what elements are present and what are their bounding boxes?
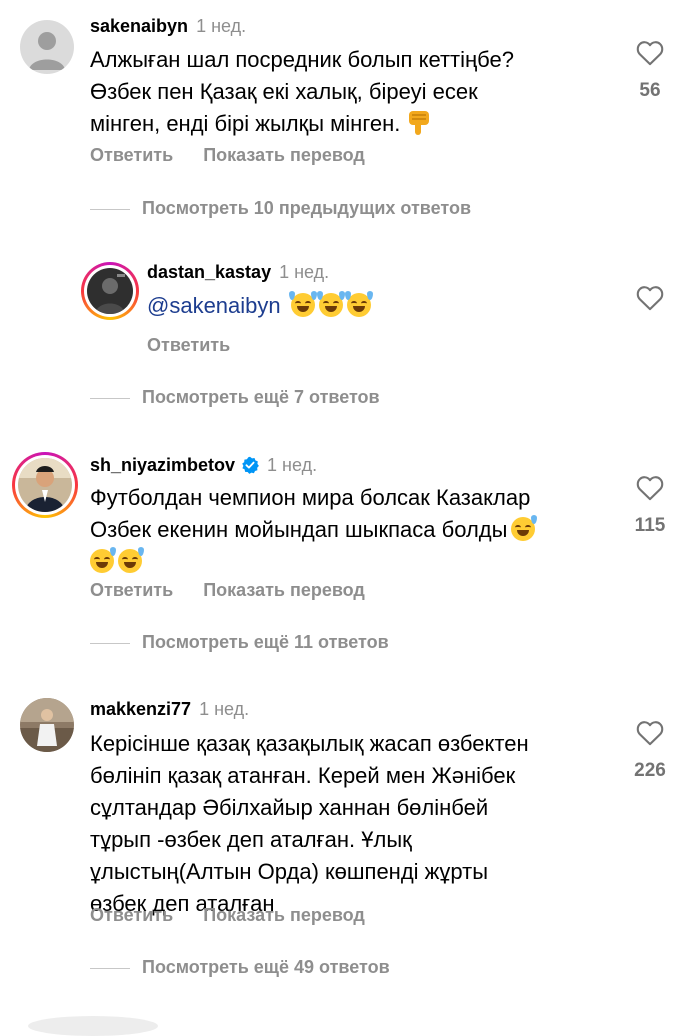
avatar <box>87 268 133 314</box>
comment-line: Керісінше қазақ қазақылық жасап өзбектен <box>90 731 529 756</box>
tears-of-joy-emoji <box>288 291 317 317</box>
verified-badge-icon <box>241 456 259 479</box>
comment-line: тұрып -өзбек деп аталған. Ұлық <box>90 827 412 852</box>
like-count: 226 <box>634 760 666 781</box>
comment-line: Өзбек пен Қазақ екі халық, біреуі есек <box>90 79 478 104</box>
heart-outline-icon <box>636 41 664 66</box>
view-replies-button[interactable]: Посмотреть ещё 49 ответов <box>90 957 390 978</box>
grinning-sweat-emoji <box>90 547 116 573</box>
timestamp: 1 нед. <box>199 699 250 719</box>
heart-outline-icon <box>636 286 664 311</box>
thumbs-down-emoji <box>406 109 432 146</box>
reply-button[interactable]: Ответить <box>147 335 230 355</box>
reply-button[interactable]: Ответить <box>90 905 173 925</box>
timestamp: 1 нед. <box>267 455 318 475</box>
avatar[interactable] <box>20 20 74 74</box>
comment-text: Керісінше қазақ қазақылық жасап өзбектен… <box>90 728 529 920</box>
divider-line <box>90 397 130 399</box>
view-replies-button[interactable]: Посмотреть ещё 11 ответов <box>90 632 389 653</box>
user-photo-icon <box>20 698 74 752</box>
default-avatar-icon <box>20 20 74 74</box>
username[interactable]: sakenaibyn <box>90 16 188 36</box>
like-button[interactable] <box>630 285 670 311</box>
like-button[interactable]: 226 <box>630 720 670 782</box>
comment-line: Алжыған шал посредник болып кеттіңбе? <box>90 47 514 72</box>
user-photo-icon <box>87 268 133 314</box>
grinning-sweat-emoji <box>511 515 538 541</box>
reply-button[interactable]: Ответить <box>90 145 173 165</box>
show-translation-button[interactable]: Показать перевод <box>203 905 365 925</box>
heart-outline-icon <box>636 476 664 501</box>
next-comment-avatar-partial <box>28 1016 158 1036</box>
username[interactable]: sh_niyazimbetov <box>90 455 235 475</box>
comment-line: бөлініп қазақ атанған. Керей мен Жәнібек <box>90 763 516 788</box>
comment-line: Озбек екенин мойындап шыкпаса болды <box>90 514 538 546</box>
story-ring[interactable] <box>81 262 139 320</box>
timestamp: 1 нед. <box>279 262 330 282</box>
username[interactable]: makkenzi77 <box>90 699 191 719</box>
tears-of-joy-emoji <box>316 291 345 317</box>
grinning-sweat-emoji <box>118 547 144 573</box>
avatar[interactable] <box>20 698 74 752</box>
username[interactable]: dastan_kastay <box>147 262 271 282</box>
view-replies-button[interactable]: Посмотреть ещё 7 ответов <box>90 387 380 408</box>
like-count: 115 <box>634 515 666 536</box>
comment-line: Футболдан чемпион мира болсак Казаклар <box>90 485 531 510</box>
show-translation-button[interactable]: Показать перевод <box>203 580 365 600</box>
divider-line <box>90 967 130 969</box>
view-replies-button[interactable]: Посмотреть 10 предыдущих ответов <box>90 198 471 219</box>
avatar <box>18 458 72 512</box>
comment-line: ұлыстың(Алтын Орда) көшпенді жұрты <box>90 859 489 884</box>
comment-line: мінген, енді бірі жылқы мінген. <box>90 108 514 146</box>
reply-button[interactable]: Ответить <box>90 580 173 600</box>
tears-of-joy-emoji <box>344 291 373 317</box>
mention-link[interactable]: @sakenaibyn <box>147 293 281 318</box>
comment-text: Алжыған шал посредник болып кеттіңбе? Өз… <box>90 44 514 146</box>
timestamp: 1 нед. <box>196 16 247 36</box>
story-ring[interactable] <box>12 452 78 518</box>
comment-line: сұлтандар Әбілхайыр ханнан бөлінбей <box>90 795 489 820</box>
comment-text: Футболдан чемпион мира болсак Казаклар О… <box>90 482 538 578</box>
heart-outline-icon <box>636 721 664 746</box>
comment-text: @sakenaibyn <box>147 290 373 322</box>
user-photo-icon <box>18 458 72 512</box>
like-count: 56 <box>639 80 661 101</box>
show-translation-button[interactable]: Показать перевод <box>203 145 365 165</box>
like-button[interactable]: 56 <box>630 40 670 102</box>
divider-line <box>90 642 130 644</box>
comment-line <box>90 546 535 578</box>
like-button[interactable]: 115 <box>630 475 670 537</box>
divider-line <box>90 208 130 210</box>
